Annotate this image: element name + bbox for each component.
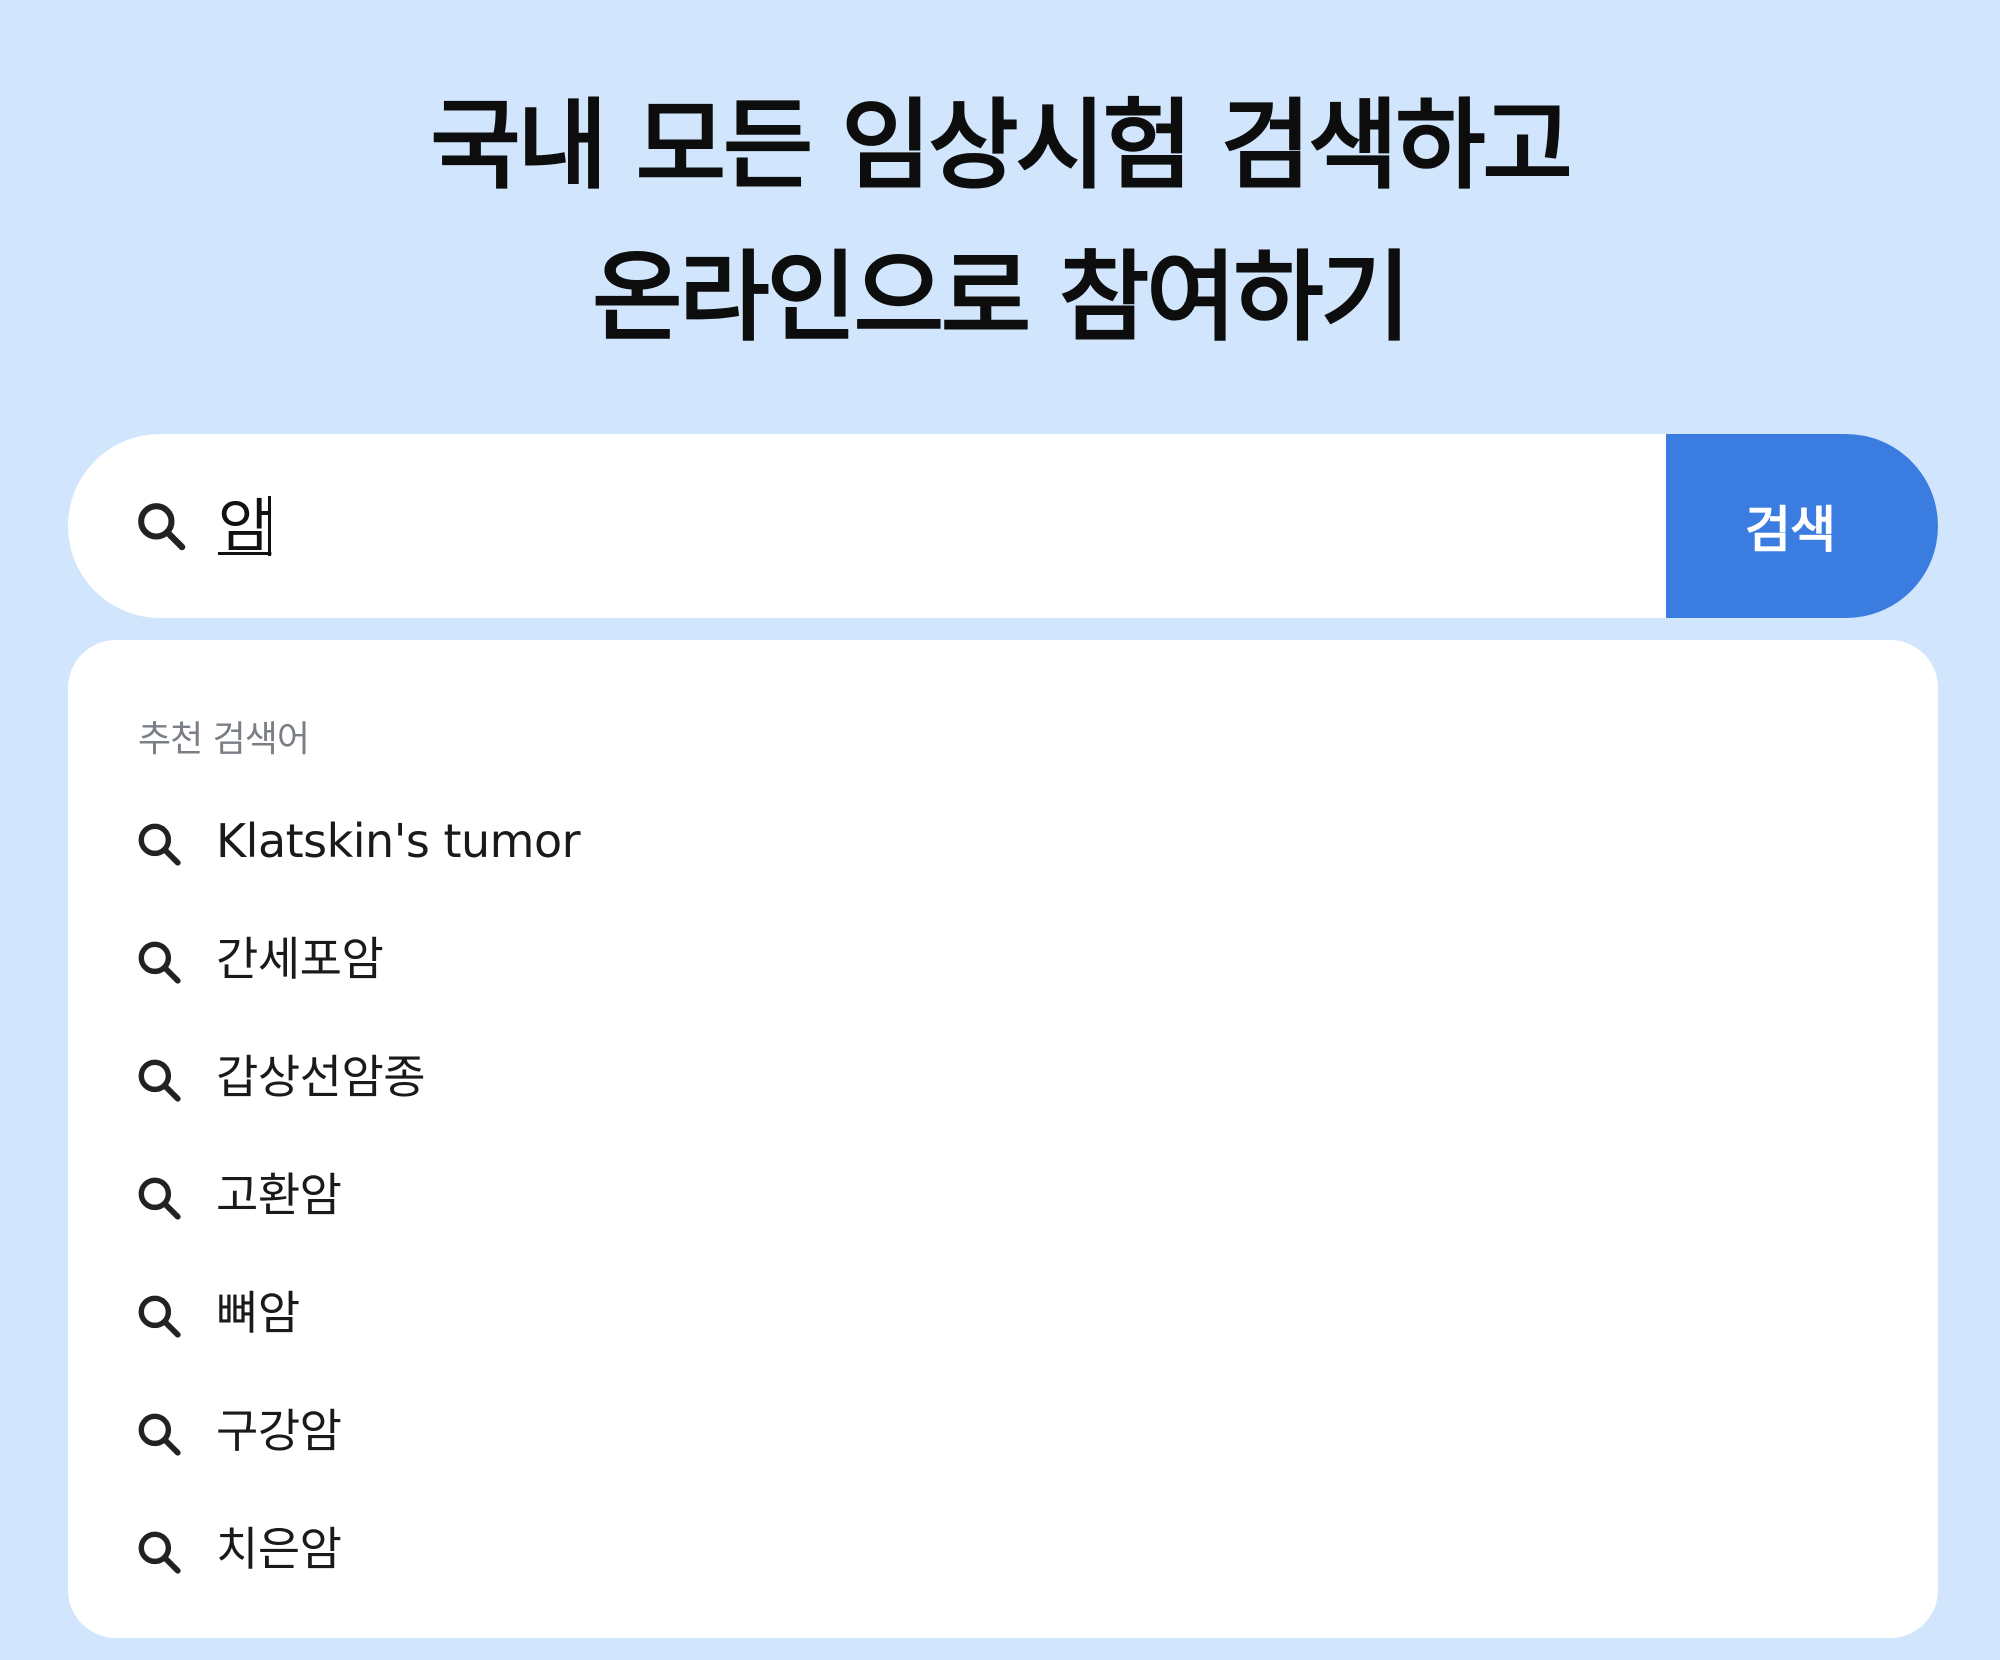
suggestion-label: 구강암 [216,1404,342,1458]
search-icon [138,1531,181,1574]
search-icon [138,503,186,551]
suggestion-label: Klatskin's tumor [216,814,581,868]
headline-line-2: 온라인으로 참여하기 [592,241,1411,355]
search-icon [138,1059,181,1102]
suggestion-heading: 추천 검색어 [138,719,310,760]
suggestion-item[interactable]: Klatskin's tumor [68,783,1938,901]
search-icon [138,823,181,866]
suggestion-label: 갑상선암종 [216,1050,426,1104]
suggestion-label: 간세포암 [216,932,384,986]
suggestion-item[interactable]: 고환암 [68,1137,1938,1255]
suggestion-item[interactable]: 간세포암 [68,901,1938,1019]
suggestion-label: 치은암 [216,1522,342,1576]
search-bar: 암 검색 [68,434,1938,618]
headline-line-1: 국내 모든 임상시험 검색하고 [430,89,1572,203]
page-headline: 국내 모든 임상시험 검색하고 온라인으로 참여하기 [0,70,2000,374]
search-icon [138,1177,181,1220]
search-button[interactable]: 검색 [1666,434,1938,618]
search-input[interactable] [218,476,1618,576]
suggestion-item[interactable]: 갑상선암종 [68,1019,1938,1137]
search-icon [138,1413,181,1456]
suggestion-item[interactable]: 뼈암 [68,1255,1938,1373]
suggestion-label: 고환암 [216,1168,342,1222]
text-caret [268,496,271,556]
suggestion-list: Klatskin's tumor 간세포암 갑상선암종 고환암 뼈암 구강암 치… [68,783,1938,1609]
suggestion-item[interactable]: 치은암 [68,1491,1938,1609]
suggestion-label: 뼈암 [216,1286,300,1340]
search-icon [138,1295,181,1338]
suggestion-item[interactable]: 구강암 [68,1373,1938,1491]
suggestion-panel: 추천 검색어 Klatskin's tumor 간세포암 갑상선암종 고환암 뼈… [68,640,1938,1638]
search-icon [138,941,181,984]
